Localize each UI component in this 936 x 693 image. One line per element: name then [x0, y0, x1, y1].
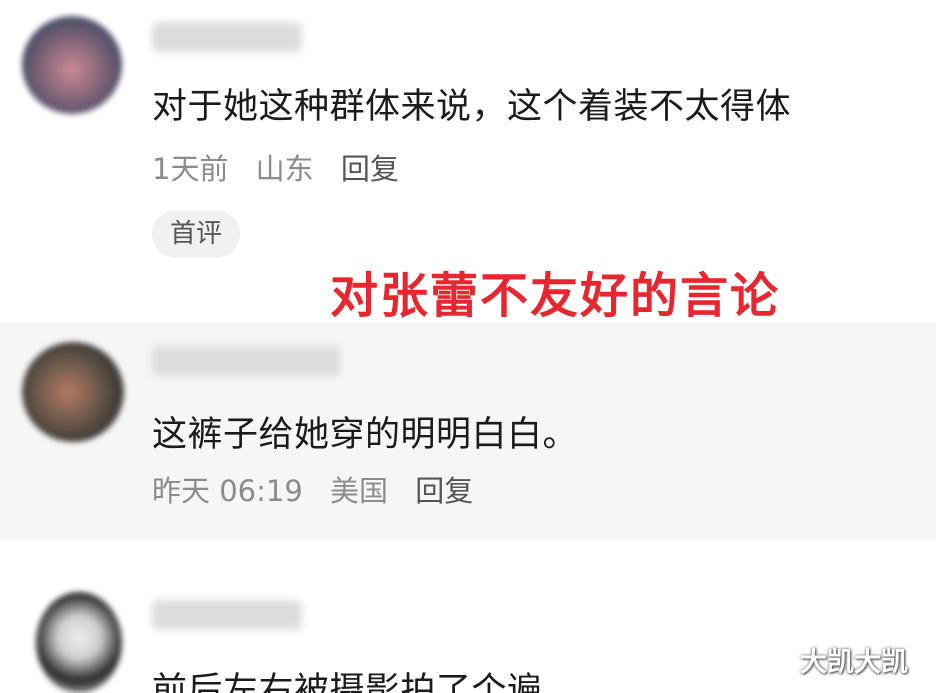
comment-meta: 昨天 06:19 美国 回复 — [152, 468, 473, 510]
username[interactable] — [152, 22, 302, 52]
comment-item: 这裤子给她穿的明明白白。 昨天 06:19 美国 回复 — [0, 322, 936, 540]
avatar[interactable] — [22, 16, 122, 114]
username[interactable] — [152, 600, 302, 630]
watermark: 大凯大凯 — [800, 647, 908, 678]
reply-button[interactable]: 回复 — [341, 152, 399, 186]
comment-item: 前后左右被摄影拍了个遍 — [0, 540, 936, 693]
reply-button[interactable]: 回复 — [415, 474, 473, 508]
comment-location: 山东 — [255, 152, 314, 186]
comment-time: 昨天 06:19 — [152, 474, 303, 508]
comment-location: 美国 — [330, 474, 389, 508]
comment-text: 这裤子给她穿的明明白白。 — [152, 415, 579, 455]
comment-list-screen: 对于她这种群体来说，这个着装不太得体 1天前 山东 回复 首评 这裤子给她穿的明… — [0, 0, 936, 693]
overlay-caption: 对张蕾不友好的言论 — [330, 268, 781, 324]
username[interactable] — [152, 346, 340, 376]
avatar[interactable] — [36, 592, 122, 693]
avatar[interactable] — [22, 342, 124, 442]
comment-time: 1天前 — [152, 152, 229, 186]
comment-text: 对于她这种群体来说，这个着装不太得体 — [152, 87, 792, 127]
comment-text: 前后左右被摄影拍了个遍 — [152, 671, 543, 693]
first-comment-badge: 首评 — [152, 210, 241, 258]
comment-meta: 1天前 山东 回复 — [152, 146, 399, 188]
